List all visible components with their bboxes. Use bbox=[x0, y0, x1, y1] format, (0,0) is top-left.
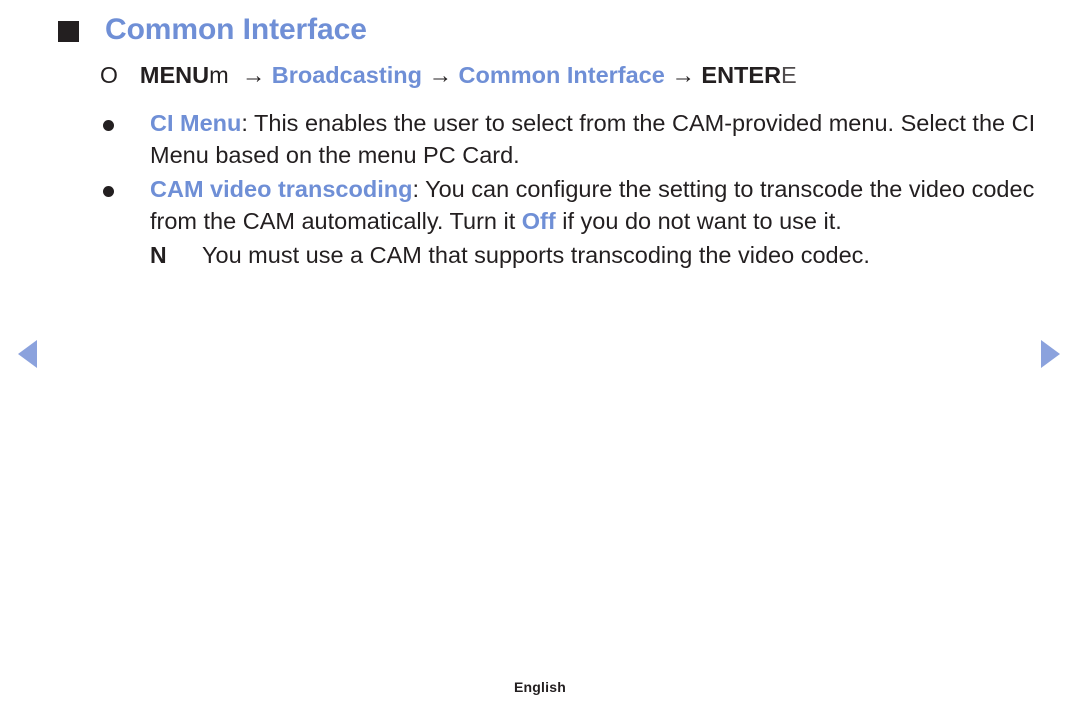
menu-path-arrow-1-icon: → bbox=[241, 62, 266, 88]
menu-path-menu-suffix-icon: m bbox=[209, 62, 229, 88]
list-item-keyword: CAM video transcoding bbox=[150, 175, 413, 202]
next-page-arrow-icon[interactable] bbox=[1041, 340, 1060, 368]
previous-page-arrow-icon[interactable] bbox=[18, 340, 37, 368]
page-title-block: Common Interface bbox=[58, 12, 367, 49]
feature-list: CI Menu: This enables the user to select… bbox=[103, 108, 1038, 272]
list-item-text: CAM video transcoding: You can configure… bbox=[150, 174, 1038, 238]
menu-path: O MENUm → Broadcasting → Common Interface… bbox=[100, 60, 797, 91]
list-item-description-part-2: if you do not want to use it. bbox=[555, 207, 842, 234]
list-item-text: CI Menu: This enables the user to select… bbox=[150, 108, 1038, 172]
bullet-dot-icon bbox=[103, 185, 114, 197]
menu-path-lead-glyph-icon: O bbox=[100, 62, 118, 88]
list-item: CAM video transcoding: You can configure… bbox=[103, 174, 1038, 238]
menu-path-arrow-2-icon: → bbox=[428, 62, 452, 88]
menu-path-enter-suffix-icon: E bbox=[781, 62, 797, 88]
note-glyph-icon: N bbox=[150, 241, 167, 268]
menu-path-step-common-interface: Common Interface bbox=[458, 62, 665, 88]
note-row: N You must use a CAM that supports trans… bbox=[150, 240, 1038, 272]
list-item-keyword: CI Menu bbox=[150, 110, 242, 136]
menu-path-arrow-3-icon: → bbox=[671, 62, 695, 88]
section-marker-square-icon bbox=[58, 21, 79, 42]
menu-path-menu-label: MENU bbox=[139, 62, 210, 88]
list-item-inline-keyword-off: Off bbox=[521, 207, 556, 234]
note-text: You must use a CAM that supports transco… bbox=[202, 241, 870, 268]
footer-language-label: English bbox=[514, 679, 566, 695]
bullet-dot-icon bbox=[103, 120, 114, 131]
menu-path-enter-label: ENTER bbox=[701, 62, 782, 88]
menu-path-step-broadcasting: Broadcasting bbox=[271, 62, 422, 88]
manual-page: Common Interface O MENUm → Broadcasting →… bbox=[0, 0, 1080, 705]
page-title: Common Interface bbox=[105, 13, 367, 46]
list-item-description: : This enables the user to select from t… bbox=[150, 110, 1036, 168]
list-item: CI Menu: This enables the user to select… bbox=[103, 108, 1038, 172]
